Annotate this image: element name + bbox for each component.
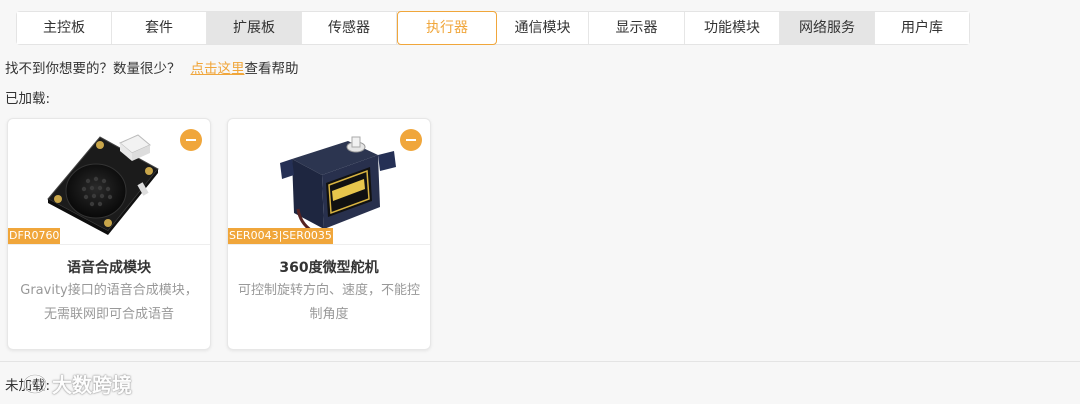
- watermark-logo-icon: [23, 373, 47, 394]
- card-image-divider: [8, 244, 210, 245]
- remove-button[interactable]: [400, 129, 422, 151]
- sku-badge: DFR0760: [8, 228, 61, 244]
- card-title: 360度微型舵机: [279, 260, 379, 276]
- help-prefix: 找不到你想要的？数量很少？: [5, 61, 181, 77]
- watermark: 大数跨境: [22, 369, 132, 398]
- tab-function-modules[interactable]: 功能模块: [685, 12, 780, 44]
- tab-display[interactable]: 显示器: [589, 12, 685, 44]
- tab-actuators[interactable]: 执行器: [397, 11, 497, 45]
- extension-card[interactable]: DFR0760 语音合成模块 Gravity接口的语音合成模块，无需联网即可合成…: [7, 118, 211, 350]
- tab-communication[interactable]: 通信模块: [497, 12, 589, 44]
- tab-expansion-board[interactable]: 扩展板: [207, 12, 302, 44]
- tab-user-library[interactable]: 用户库: [875, 12, 969, 44]
- card-image-divider: [228, 244, 430, 245]
- tab-kits[interactable]: 套件: [112, 12, 207, 44]
- card-description: 可控制旋转方向、速度，不能控制角度: [237, 283, 420, 322]
- loaded-section-title: 已加载:: [5, 91, 51, 107]
- category-tabs: 主控板 套件 扩展板 传感器 执行器 通信模块 显示器 功能模块 网络服务 用户…: [16, 11, 970, 45]
- help-suffix: 查看帮助: [244, 61, 299, 77]
- watermark-text: 大数跨境: [52, 373, 132, 397]
- help-text: 找不到你想要的？数量很少？ 点击这里查看帮助: [5, 57, 299, 77]
- section-divider: [0, 361, 1080, 362]
- tab-network-services[interactable]: 网络服务: [780, 12, 875, 44]
- tab-sensors[interactable]: 传感器: [302, 12, 397, 44]
- remove-button[interactable]: [180, 129, 202, 151]
- extension-card[interactable]: SER0043|SER0035 360度微型舵机 可控制旋转方向、速度，不能控制…: [227, 118, 431, 350]
- help-link[interactable]: 点击这里: [191, 61, 245, 77]
- sku-badge: SER0043|SER0035: [228, 228, 333, 244]
- card-title: 语音合成模块: [67, 260, 151, 276]
- tab-main-board[interactable]: 主控板: [17, 12, 112, 44]
- card-description: Gravity接口的语音合成模块，无需联网即可合成语音: [20, 283, 198, 322]
